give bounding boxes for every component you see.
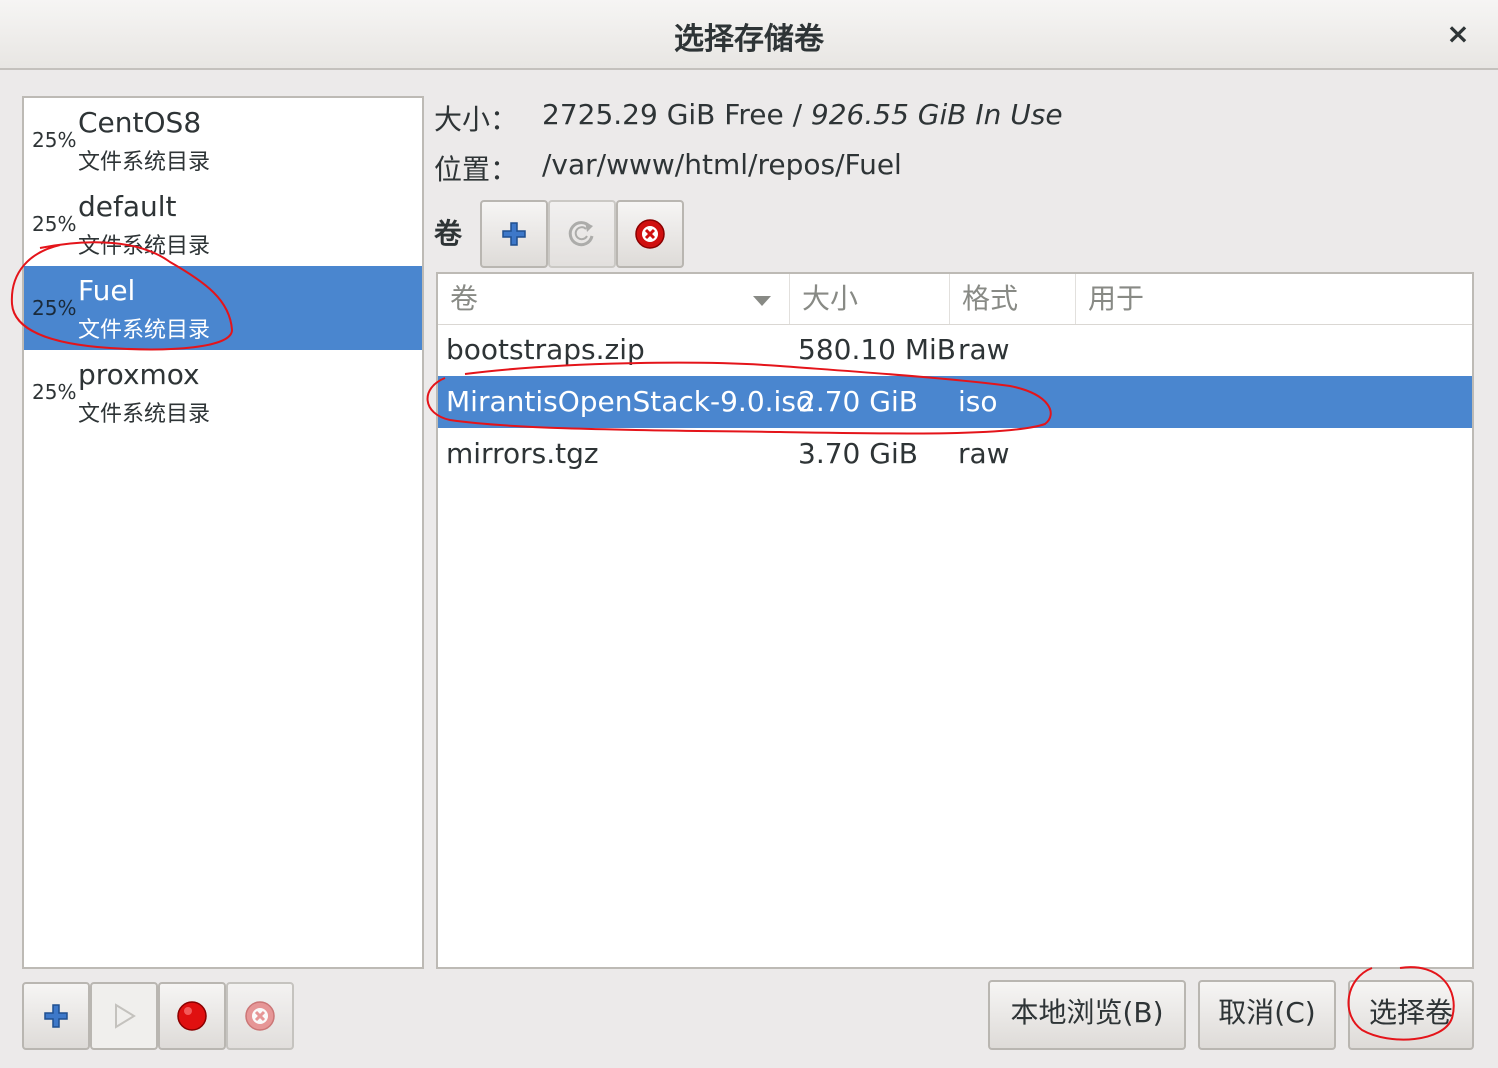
refresh-icon xyxy=(565,217,599,251)
close-button[interactable]: × xyxy=(1440,16,1476,52)
volume-size: 580.10 MiB xyxy=(798,333,957,366)
pool-type: 文件系统目录 xyxy=(78,150,211,175)
pool-usage: 25% xyxy=(32,380,77,404)
volumes-label: 卷 xyxy=(434,217,463,250)
volume-name: bootstraps.zip xyxy=(446,333,645,366)
location-value: /var/www/html/repos/Fuel xyxy=(542,148,902,181)
column-header-used-by[interactable]: 用于 xyxy=(1076,274,1472,324)
storage-pool-list[interactable]: 25% CentOS8 文件系统目录 25% default 文件系统目录 25… xyxy=(22,96,424,969)
column-header-size[interactable]: 大小 xyxy=(790,274,950,324)
delete-volume-button[interactable] xyxy=(616,200,684,268)
pool-name: Fuel xyxy=(78,274,136,307)
table-header: 卷 大小 格式 用于 xyxy=(438,274,1472,325)
volume-format: raw xyxy=(958,437,1010,470)
volume-format: raw xyxy=(958,333,1010,366)
table-row[interactable]: mirrors.tgz 3.70 GiB raw xyxy=(438,428,1472,480)
pool-item-default[interactable]: 25% default 文件系统目录 xyxy=(24,182,422,266)
volume-table[interactable]: 卷 大小 格式 用于 bootstraps.zip 580.10 MiB raw… xyxy=(436,272,1474,969)
volume-name: mirrors.tgz xyxy=(446,437,599,470)
volume-size: 2.70 GiB xyxy=(798,385,918,418)
pool-item-proxmox[interactable]: 25% proxmox 文件系统目录 xyxy=(24,350,422,434)
plus-icon xyxy=(500,220,528,248)
column-header-volume[interactable]: 卷 xyxy=(438,274,790,324)
title-bar: 选择存储卷 × xyxy=(0,0,1498,70)
stop-pool-button[interactable] xyxy=(158,982,226,1050)
column-header-format[interactable]: 格式 xyxy=(950,274,1076,324)
volume-name: MirantisOpenStack-9.0.iso xyxy=(446,385,814,418)
choose-volume-button[interactable]: 选择卷 xyxy=(1348,980,1474,1050)
table-row[interactable]: MirantisOpenStack-9.0.iso 2.70 GiB iso xyxy=(438,376,1472,428)
pool-type: 文件系统目录 xyxy=(78,234,211,259)
size-in-use: 926.55 GiB In Use xyxy=(802,98,1063,131)
dialog-title: 选择存储卷 xyxy=(674,22,824,57)
pool-name: CentOS8 xyxy=(78,106,202,139)
delete-pool-button[interactable] xyxy=(226,982,294,1050)
size-free: 2725.29 GiB Free / xyxy=(542,98,803,131)
pool-name: default xyxy=(78,190,177,223)
location-label: 位置： xyxy=(434,153,519,186)
pool-item-centos8[interactable]: 25% CentOS8 文件系统目录 xyxy=(24,98,422,182)
browse-local-button[interactable]: 本地浏览(B) xyxy=(988,980,1186,1050)
cancel-button[interactable]: 取消(C) xyxy=(1198,980,1336,1050)
pool-usage: 25% xyxy=(32,212,77,236)
refresh-volumes-button[interactable] xyxy=(548,200,616,268)
play-icon xyxy=(112,1003,136,1029)
pool-type: 文件系统目录 xyxy=(78,402,211,427)
pool-usage: 25% xyxy=(32,296,77,320)
delete-circle-icon xyxy=(633,217,667,251)
pool-usage: 25% xyxy=(32,128,77,152)
plus-icon xyxy=(42,1002,70,1030)
add-pool-button[interactable] xyxy=(22,982,90,1050)
volume-size: 3.70 GiB xyxy=(798,437,918,470)
volume-format: iso xyxy=(958,385,998,418)
size-label: 大小： xyxy=(434,103,519,136)
size-value: 2725.29 GiB Free / 926.55 GiB In Use xyxy=(542,98,1063,131)
start-pool-button[interactable] xyxy=(90,982,158,1050)
delete-circle-icon xyxy=(243,999,277,1033)
add-volume-button[interactable] xyxy=(480,200,548,268)
pool-item-fuel[interactable]: 25% Fuel 文件系统目录 xyxy=(24,266,422,350)
sort-arrow-icon xyxy=(753,296,771,306)
pool-type: 文件系统目录 xyxy=(78,318,211,343)
table-row[interactable]: bootstraps.zip 580.10 MiB raw xyxy=(438,324,1472,376)
pool-name: proxmox xyxy=(78,358,200,391)
record-stop-icon xyxy=(175,999,209,1033)
